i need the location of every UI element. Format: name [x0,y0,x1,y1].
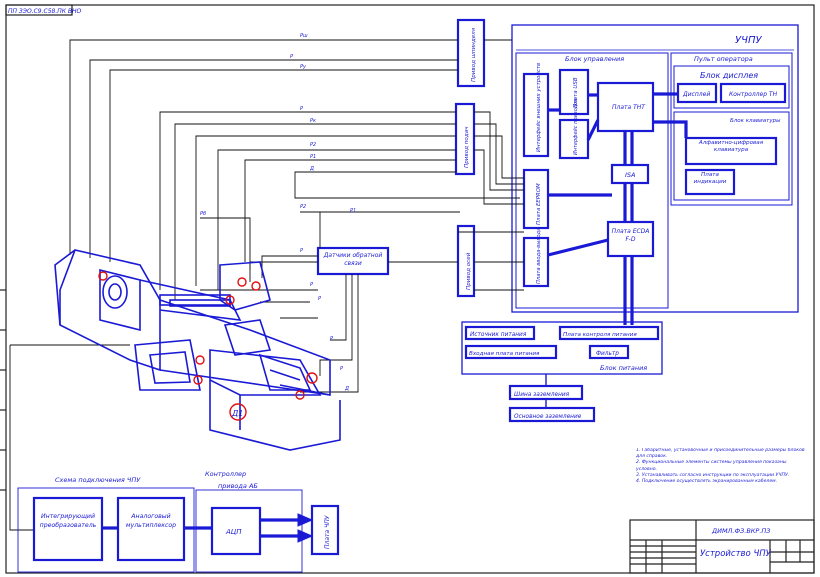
sensor-marker [237,277,247,287]
wiring [9,39,524,531]
protective-ground-label: Основное заземление [514,414,582,420]
wire-label: Р [318,296,321,302]
drive-interface-label: Интерфейс приводов [573,99,579,155]
wire-label: Р2 [300,204,306,210]
feedback-sensors-label: Датчики обратной связи [323,252,383,267]
keyboard-block-title: Блок клавиатуры [730,118,781,124]
doc-number: ДИМЛ.ФЗ.ВКР.ПЗ [711,527,770,535]
adc-label: АЦП [225,528,242,536]
spindle-drive-label: Привод шпинделя [471,27,477,82]
servo-drive-label: Привод подач [464,126,470,168]
filter-label: Фильтр [596,351,619,357]
controller-caption: Контроллер [205,470,246,478]
ground-bus-label: Шина заземления [514,392,570,398]
sensor-marker [251,281,261,291]
stamp-code: ПП ЗЭО.С9.С58.ПК ВНО [8,8,82,15]
eeprom-label: Плата EEPROM [536,183,542,225]
machine-label-d1: Д1 [231,409,243,418]
wire-label: Р [310,282,313,288]
wire-label: Рш [300,33,308,39]
wire-label: Д [344,386,349,392]
wire-label: Р [300,248,303,254]
wire-label: Р [330,336,333,342]
note-item: 1. Габаритные, установочные и присоедини… [636,448,805,460]
display-block-title: Блок дисплея [700,71,758,80]
uchpu-block [511,24,799,313]
block-diagram-caption: Схема подключения ЧПУ [55,476,141,484]
control-block-title: Блок управления [565,55,624,63]
margin-ticks [0,289,6,491]
operator-panel-title: Пульт оператора [694,55,753,63]
power-source-label: Источник питания [470,332,527,338]
wire-label: Р [300,106,303,112]
drawing-sheet: ПП ЗЭО.С9.С58.ПК ВНО УЧПУ Блок управлени… [0,0,820,577]
alnum-keyboard-label: Алфавитно-цифровая клавиатура [698,140,764,153]
note-item: 2. Функциональные элементы системы управ… [636,460,787,472]
ext-interface-label: Интерфейс внешних устройств [536,63,542,152]
sensor-marker [195,355,205,365]
power-block-title: Блок питания [600,364,647,372]
power-bus-label: Плата контроля питания [563,332,637,338]
wire-label: Рк [310,118,316,124]
wire-label: Ру [300,64,307,70]
wire-label: Р1 [350,208,356,214]
note-item: 4. Подключение осуществлять экранированн… [636,479,778,485]
uchpu-title: УЧПУ [735,35,762,46]
io-board-label: Плата ввода-вывода [536,228,542,284]
wire-label-group: Рш Р Ру Р Рк Р2 Р1 Д Рб Р2 Р1 Р Р Р Р Р … [200,33,356,392]
integrator-label: Интегрирующий преобразователь [39,513,97,529]
lathe-machine [54,249,341,451]
internal-buses [547,92,688,325]
wire-label: Р2 [310,142,316,148]
axis-drive-label: Привод осей [466,252,472,290]
cnc-schematic: ПП ЗЭО.С9.С58.ПК ВНО УЧПУ Блок управлени… [0,4,815,574]
notes-block: 1. Габаритные, установочные и присоедини… [636,448,808,485]
indication-board-label: Плата индикации [693,172,727,185]
controller-caption2: привода АБ [218,482,258,490]
analog-mux-label: Аналоговый мультиплексор [125,513,177,529]
tn-board-label: Плата ТНТ [612,104,646,111]
doc-title: Устройство ЧПУ [700,549,772,559]
cnc-board-label: Плата ЧПУ [324,515,331,549]
wire-label: Рб [200,211,206,217]
power-input-label: Входная плата питания [469,351,540,357]
wire-label: Д [309,166,314,172]
wire-label: Р1 [310,154,316,160]
controller-tn-label: Контроллер ТН [729,91,778,98]
ecda-board-label: Плата ECDA F-D [611,228,650,243]
isa-label: ISA [625,171,636,179]
display-label: Дисплей [682,91,710,98]
wire-label: Р [290,54,293,60]
wire-label: Р [340,366,343,372]
